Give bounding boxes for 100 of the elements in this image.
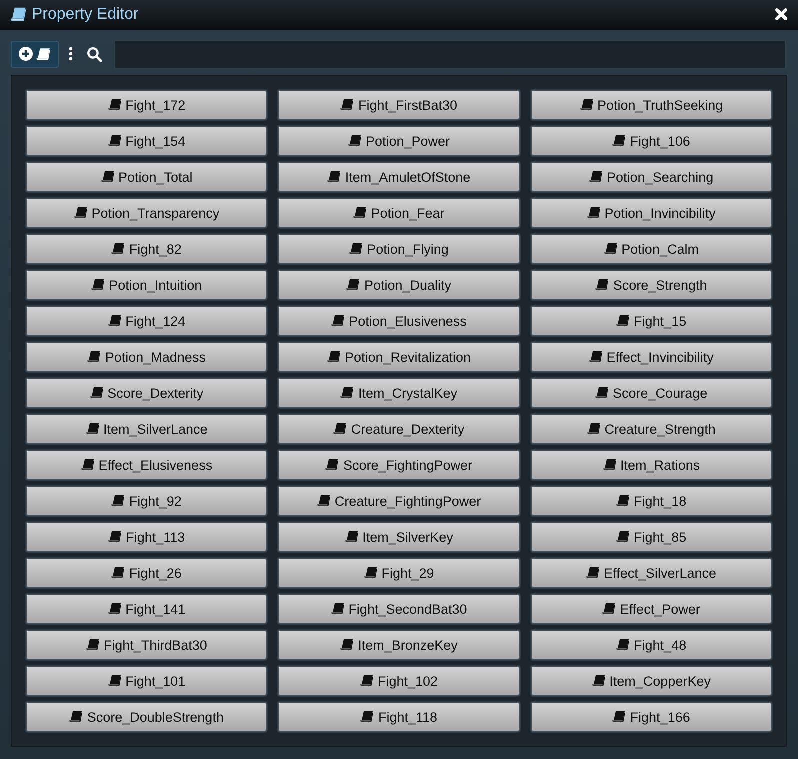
book-icon — [616, 531, 630, 543]
property-button[interactable]: Score_Strength — [530, 270, 772, 300]
property-button[interactable]: Fight_29 — [278, 558, 520, 588]
property-button[interactable]: Fight_106 — [530, 126, 772, 156]
book-icon — [344, 531, 359, 543]
property-button[interactable]: Fight_48 — [530, 630, 772, 660]
add-property-button[interactable] — [11, 40, 59, 68]
book-icon — [612, 135, 626, 147]
book-icon — [108, 603, 122, 615]
property-button[interactable]: Fight_113 — [26, 522, 268, 552]
property-button[interactable]: Creature_FightingPower — [278, 486, 520, 516]
book-icon — [36, 48, 51, 61]
book-icon — [616, 315, 630, 327]
book-icon — [327, 171, 342, 183]
property-button[interactable]: Effect_Elusiveness — [26, 450, 268, 480]
property-button[interactable]: Fight_154 — [26, 126, 268, 156]
book-icon — [588, 351, 603, 363]
property-button[interactable]: Fight_172 — [26, 90, 268, 120]
property-button[interactable]: Fight_FirstBat30 — [278, 90, 520, 120]
property-button[interactable]: Fight_92 — [26, 486, 268, 516]
more-options-button[interactable] — [67, 47, 75, 62]
book-icon — [364, 567, 378, 579]
search-icon — [87, 46, 102, 62]
book-icon — [316, 495, 331, 507]
property-button[interactable]: Creature_Dexterity — [278, 414, 520, 444]
book-icon — [346, 279, 360, 291]
property-button[interactable]: Fight_101 — [26, 666, 268, 696]
book-icon — [616, 495, 630, 507]
book-icon — [331, 315, 346, 327]
book-icon — [340, 639, 354, 651]
property-button[interactable]: Fight_SecondBat30 — [278, 594, 520, 624]
book-icon — [586, 423, 601, 435]
property-button[interactable]: Fight_102 — [278, 666, 520, 696]
book-icon — [602, 603, 616, 615]
property-button[interactable]: Potion_Duality — [278, 270, 520, 300]
property-button[interactable]: Item_CopperKey — [530, 666, 772, 696]
property-button[interactable]: Item_Rations — [530, 450, 772, 480]
property-button[interactable]: Effect_SilverLance — [530, 558, 772, 588]
property-button[interactable]: Fight_26 — [26, 558, 268, 588]
book-icon — [348, 135, 362, 147]
close-button[interactable] — [773, 6, 790, 24]
book-icon — [325, 459, 340, 471]
book-icon — [80, 459, 95, 471]
book-icon — [604, 243, 618, 255]
book-icon — [108, 531, 122, 543]
book-icon — [111, 243, 126, 255]
property-button[interactable]: Score_FightingPower — [278, 450, 520, 480]
property-button[interactable]: Item_SilverKey — [278, 522, 520, 552]
property-button[interactable]: Effect_Power — [530, 594, 772, 624]
property-button[interactable]: Potion_Elusiveness — [278, 306, 520, 336]
book-icon — [90, 387, 104, 399]
property-button[interactable]: Item_AmuletOfStone — [278, 162, 520, 192]
property-button[interactable]: Fight_82 — [26, 234, 268, 264]
book-icon — [340, 387, 354, 399]
book-icon — [592, 675, 606, 687]
book-icon — [333, 423, 348, 435]
property-button[interactable]: Fight_ThirdBat30 — [26, 630, 268, 660]
plus-circle-icon — [19, 47, 33, 62]
property-button[interactable]: Potion_Flying — [278, 234, 520, 264]
book-icon — [108, 135, 122, 147]
property-button[interactable]: Potion_Intuition — [26, 270, 268, 300]
property-button[interactable]: Item_CrystalKey — [278, 378, 520, 408]
book-icon — [111, 495, 126, 507]
property-button[interactable]: Item_SilverLance — [26, 414, 268, 444]
property-button[interactable]: Item_BronzeKey — [278, 630, 520, 660]
property-button[interactable]: Potion_Calm — [530, 234, 772, 264]
property-button[interactable]: Potion_Revitalization — [278, 342, 520, 372]
property-button[interactable]: Score_DoubleStrength — [26, 702, 268, 732]
book-icon — [100, 171, 114, 183]
property-button[interactable]: Potion_Invincibility — [530, 198, 772, 228]
property-button[interactable]: Potion_Fear — [278, 198, 520, 228]
property-button[interactable]: Score_Courage — [530, 378, 772, 408]
property-button[interactable]: Effect_Invincibility — [530, 342, 772, 372]
book-icon — [69, 711, 84, 723]
book-icon — [330, 603, 345, 615]
property-button[interactable]: Fight_166 — [530, 702, 772, 732]
property-button[interactable]: Fight_118 — [278, 702, 520, 732]
book-icon — [586, 207, 601, 219]
search-field[interactable] — [114, 40, 786, 69]
property-button[interactable]: Fight_85 — [530, 522, 772, 552]
property-button[interactable]: Potion_Madness — [26, 342, 268, 372]
property-button[interactable]: Potion_TruthSeeking — [530, 90, 772, 120]
book-icon — [353, 207, 368, 219]
book-icon — [360, 711, 374, 723]
property-button[interactable]: Potion_Power — [278, 126, 520, 156]
property-button[interactable]: Potion_Total — [26, 162, 268, 192]
property-button[interactable]: Fight_141 — [26, 594, 268, 624]
property-button[interactable]: Fight_124 — [26, 306, 268, 336]
book-icon — [108, 315, 122, 327]
property-button[interactable]: Score_Dexterity — [26, 378, 268, 408]
book-icon — [586, 567, 600, 579]
property-button[interactable]: Potion_Transparency — [26, 198, 268, 228]
property-button[interactable]: Potion_Searching — [530, 162, 772, 192]
property-button[interactable]: Fight_18 — [530, 486, 772, 516]
book-icon — [108, 99, 122, 111]
book-icon — [349, 243, 364, 255]
book-icon — [326, 351, 341, 363]
property-button[interactable]: Fight_15 — [530, 306, 772, 336]
property-button[interactable]: Creature_Strength — [530, 414, 772, 444]
book-icon — [602, 459, 617, 471]
